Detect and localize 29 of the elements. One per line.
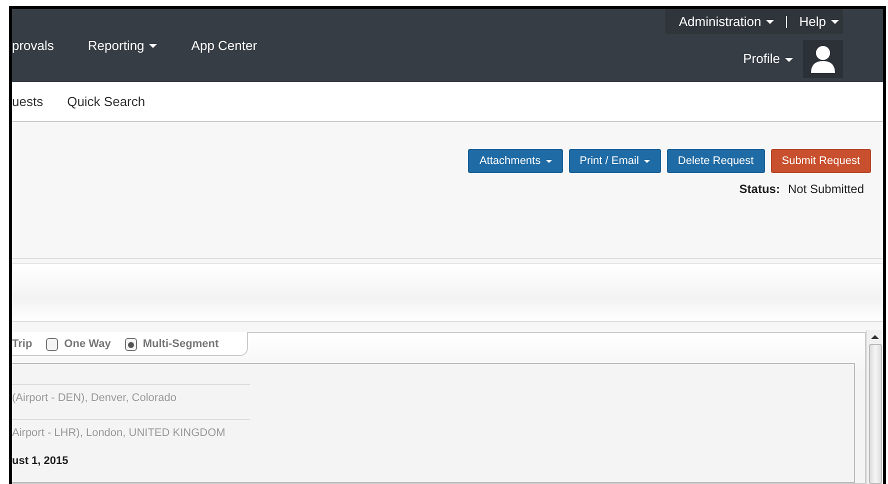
nav-link[interactable]: uests [12, 92, 44, 112]
profile-menu[interactable]: Profile [743, 49, 793, 69]
action-button[interactable]: Attachments [468, 149, 563, 173]
caret-icon[interactable] [149, 44, 158, 48]
submit-button[interactable]: Submit Request [770, 149, 871, 173]
segment-text: (Airport - DEN), Denver, Colorado [12, 392, 176, 404]
nav-link[interactable]: Quick Search [67, 92, 146, 112]
status-value: Not Submitted [788, 181, 864, 198]
nav-link[interactable]: Administration [678, 12, 774, 32]
action-button[interactable]: Print / Email [568, 149, 661, 173]
avatar-icon[interactable] [803, 40, 843, 78]
caret-icon[interactable] [831, 20, 839, 24]
scroll-up-icon[interactable] [871, 334, 879, 340]
caret-icon[interactable] [766, 20, 774, 24]
radio-label[interactable]: Trip [12, 336, 32, 353]
status-label: Status: [739, 181, 780, 198]
radio-label[interactable]: One Way [64, 336, 111, 353]
action-button[interactable]: Delete Request [666, 149, 765, 173]
radio-button[interactable] [46, 338, 58, 351]
date-text: ust 1, 2015 [12, 454, 70, 469]
radio-label[interactable]: Multi-Segment [142, 336, 219, 353]
nav-link[interactable]: App Center [191, 36, 258, 56]
radio-button[interactable] [124, 338, 137, 351]
scrollbar[interactable] [866, 330, 883, 484]
nav-link[interactable]: Reporting [88, 36, 158, 56]
nav-link[interactable]: provals [12, 36, 54, 56]
caret-icon[interactable] [785, 58, 793, 62]
segment-text: Airport - LHR), London, UNITED KINGDOM [12, 426, 226, 438]
nav-link[interactable]: Help [799, 12, 839, 32]
